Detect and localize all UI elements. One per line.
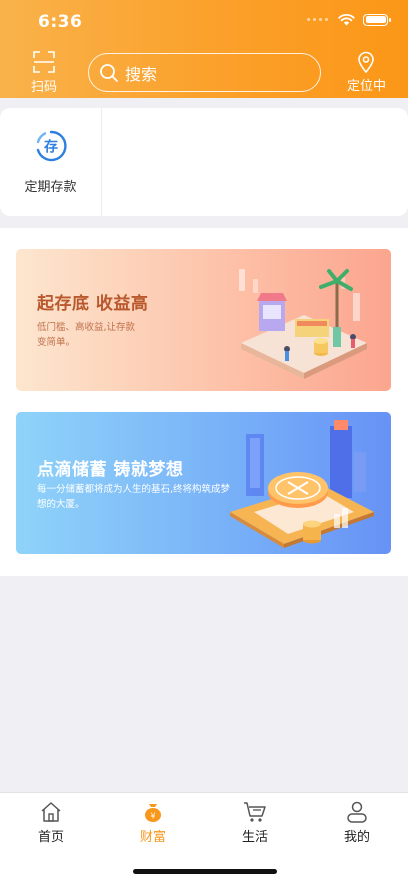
- scan-icon: [33, 51, 55, 73]
- banner-title: 起存底 收益高: [37, 294, 149, 314]
- scan-label: 扫码: [30, 80, 57, 95]
- signal-dots-icon: [307, 18, 328, 21]
- search-icon: [100, 63, 118, 82]
- svg-text:¥: ¥: [150, 812, 155, 821]
- user-icon: [347, 801, 367, 823]
- banner-area: 起存底 收益高 低门槛、高收益,让存款变简单。 点滴储蓄 铸就梦想 每一分储蓄都…: [0, 228, 408, 576]
- wifi-icon: [338, 13, 355, 26]
- scan-button[interactable]: 扫码: [26, 51, 62, 95]
- tab-label: 首页: [37, 830, 64, 845]
- location-pin-icon: [358, 51, 375, 73]
- home-icon: [41, 802, 61, 822]
- money-bag-icon: ¥: [145, 804, 161, 822]
- tab-label: 我的: [343, 830, 370, 845]
- tab-home[interactable]: 首页: [0, 793, 102, 883]
- tab-label: 生活: [241, 830, 268, 845]
- banner-title: 点滴储蓄 铸就梦想: [37, 460, 184, 480]
- deposit-icon: 存: [36, 130, 67, 162]
- location-button[interactable]: 定位中: [347, 51, 386, 94]
- search-input[interactable]: 搜索: [88, 53, 321, 92]
- banner-description: 低门槛、高收益,让存款变简单。: [37, 322, 136, 348]
- city-coin-illustration: [230, 420, 374, 548]
- shop-illustration: [239, 269, 367, 379]
- banner-savings-promo[interactable]: 点滴储蓄 铸就梦想 每一分储蓄都将成为人生的基石,终将构筑成梦想的大厦。: [16, 412, 391, 554]
- banner-description: 每一分储蓄都将成为人生的基石,终将构筑成梦想的大厦。: [37, 484, 231, 510]
- search-placeholder: 搜索: [125, 64, 158, 84]
- tab-label: 财富: [139, 830, 166, 845]
- status-indicators: [307, 13, 391, 26]
- home-indicator[interactable]: [133, 869, 277, 874]
- service-item-fixed-deposit[interactable]: 存 定期存款: [0, 108, 102, 216]
- banner-deposit-promo[interactable]: 起存底 收益高 低门槛、高收益,让存款变简单。: [16, 249, 391, 391]
- location-label: 定位中: [346, 79, 386, 94]
- app-header: 6:36 扫码 搜索 定位中: [0, 0, 408, 98]
- status-time: 6:36: [38, 12, 83, 32]
- service-grid: 存 定期存款: [0, 108, 408, 216]
- tab-mine[interactable]: 我的: [306, 793, 408, 883]
- deposit-icon-glyph: 存: [44, 139, 58, 156]
- service-label: 定期存款: [24, 180, 77, 195]
- battery-icon: [363, 13, 391, 26]
- cart-icon: [244, 802, 266, 822]
